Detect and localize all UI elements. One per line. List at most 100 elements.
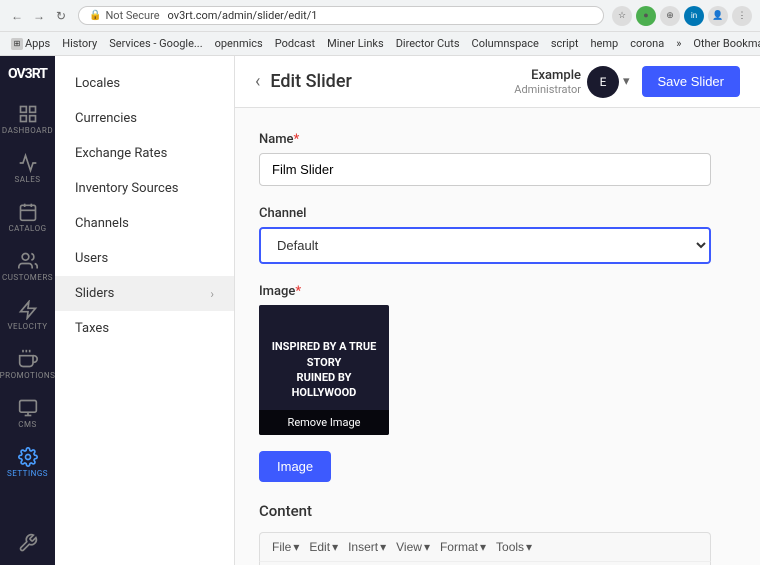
page-header: ‹ Edit Slider Example Administrator E ▾ …	[235, 56, 760, 108]
chevron-right-icon: ›	[210, 287, 214, 301]
sidebar-item-settings[interactable]: SETTINGS	[0, 439, 55, 486]
reload-browser-button[interactable]: ↻	[52, 7, 70, 25]
promotions-icon	[18, 349, 38, 369]
browser-icons: ☆ ● ⊕ in 👤 ⋮	[612, 6, 752, 26]
editor-menu-group: File ▾ Edit ▾ Insert ▾ View	[268, 537, 536, 557]
channel-select[interactable]: Default	[259, 227, 711, 264]
image-label: Image*	[259, 284, 711, 299]
extension-icon[interactable]: ⊕	[660, 6, 680, 26]
catalog-label: CATALOG	[8, 224, 46, 233]
bookmark-services[interactable]: Services - Google...	[106, 36, 205, 51]
browser-bar: ← → ↻ 🔒 Not Secure ov3rt.com/admin/slide…	[0, 0, 760, 32]
file-menu[interactable]: File ▾	[268, 537, 303, 557]
edit-menu[interactable]: Edit ▾	[305, 537, 342, 557]
sidebar-item-promotions[interactable]: PROMOTIONS	[0, 341, 55, 388]
sidebar-item-customers[interactable]: CUSTOMERS	[0, 243, 55, 290]
app-logo: OV3RT	[8, 66, 47, 82]
back-browser-button[interactable]: ←	[8, 7, 26, 25]
star-icon[interactable]: ☆	[612, 6, 632, 26]
sidebar-item-sliders[interactable]: Sliders ›	[55, 276, 234, 311]
content-label: Content	[259, 502, 711, 520]
channel-form-group: Channel Default	[259, 206, 711, 264]
promotions-label: PROMOTIONS	[0, 371, 55, 380]
browser-controls: ← → ↻	[8, 7, 70, 25]
insert-chevron: ▾	[380, 540, 386, 554]
save-slider-button[interactable]: Save Slider	[642, 66, 740, 97]
tools-chevron: ▾	[526, 540, 532, 554]
name-input[interactable]	[259, 153, 711, 186]
remove-image-button[interactable]: Remove Image	[259, 410, 389, 435]
main-content: ‹ Edit Slider Example Administrator E ▾ …	[235, 56, 760, 565]
sidebar-item-wrench[interactable]	[0, 525, 55, 565]
bookmark-corona[interactable]: corona	[627, 36, 667, 51]
bookmark-other[interactable]: Other Bookmarks	[690, 36, 760, 51]
image-upload-button[interactable]: Image	[259, 451, 331, 482]
sidebar-item-catalog[interactable]: CATALOG	[0, 194, 55, 241]
sidebar-item-locales[interactable]: Locales	[55, 66, 234, 101]
not-secure-label: Not Secure	[105, 9, 159, 22]
image-form-group: Image* INSPIRED BY A TRUE STORY RUINED B…	[259, 284, 711, 482]
nav-sidebar: OV3RT DASHBOARD SALES CATALOG CUSTOMERS …	[0, 56, 55, 565]
bookmark-director[interactable]: Director Cuts	[393, 36, 463, 51]
menu-icon[interactable]: ⋮	[732, 6, 752, 26]
dashboard-icon	[18, 104, 38, 124]
user-icon[interactable]: 👤	[708, 6, 728, 26]
bookmark-script[interactable]: script	[548, 36, 582, 51]
content-form-group: Content File ▾ Edit ▾ Insert	[259, 502, 711, 565]
channel-label: Channel	[259, 206, 711, 221]
bookmark-history[interactable]: History	[59, 36, 100, 51]
page-title: Edit Slider	[270, 71, 351, 92]
cms-icon	[18, 398, 38, 418]
bookmark-columnspace[interactable]: Columnspace	[469, 36, 542, 51]
sidebar-item-channels[interactable]: Channels	[55, 206, 234, 241]
format-menu[interactable]: Format ▾	[436, 537, 490, 557]
profile-icon[interactable]: ●	[636, 6, 656, 26]
sidebar-item-exchange-rates[interactable]: Exchange Rates	[55, 136, 234, 171]
velocity-icon	[18, 300, 38, 320]
bookmark-podcast[interactable]: Podcast	[272, 36, 318, 51]
bookmark-openmics[interactable]: openmics	[212, 36, 266, 51]
insert-menu[interactable]: Insert ▾	[344, 537, 390, 557]
edit-chevron: ▾	[332, 540, 338, 554]
secondary-sidebar: Locales Currencies Exchange Rates Invent…	[55, 56, 235, 565]
sidebar-item-dashboard[interactable]: DASHBOARD	[0, 96, 55, 143]
wrench-icon	[18, 533, 38, 553]
sidebar-item-cms[interactable]: CMS	[0, 390, 55, 437]
velocity-label: VELOCITY	[7, 322, 47, 331]
name-form-group: Name*	[259, 132, 711, 186]
bookmark-apps[interactable]: ⊞ Apps	[8, 36, 53, 51]
url-text: ov3rt.com/admin/slider/edit/1	[168, 9, 318, 22]
sidebar-item-inventory-sources[interactable]: Inventory Sources	[55, 171, 234, 206]
name-required: *	[294, 132, 300, 147]
dashboard-label: DASHBOARD	[2, 126, 53, 135]
user-info: Example Administrator E ▾	[514, 66, 629, 98]
linkedin-icon[interactable]: in	[684, 6, 704, 26]
bookmark-hemp[interactable]: hemp	[587, 36, 621, 51]
customers-icon	[18, 251, 38, 271]
sidebar-item-users[interactable]: Users	[55, 241, 234, 276]
page-title-area: ‹ Edit Slider	[255, 71, 352, 92]
forward-browser-button[interactable]: →	[30, 7, 48, 25]
lock-icon: 🔒	[89, 10, 101, 21]
user-avatar: E	[587, 66, 619, 98]
view-chevron: ▾	[424, 540, 430, 554]
address-bar[interactable]: 🔒 Not Secure ov3rt.com/admin/slider/edit…	[78, 6, 604, 25]
sidebar-item-taxes[interactable]: Taxes	[55, 311, 234, 346]
sidebar-item-currencies[interactable]: Currencies	[55, 101, 234, 136]
bookmark-miner[interactable]: Miner Links	[324, 36, 387, 51]
form-area: Name* Channel Default Image* INSPIRED BY…	[235, 108, 735, 565]
customers-label: CUSTOMERS	[2, 273, 53, 282]
bookmark-more[interactable]: »	[673, 36, 684, 51]
bookmarks-bar: ⊞ Apps History Services - Google... open…	[0, 32, 760, 56]
tools-menu[interactable]: Tools ▾	[492, 537, 536, 557]
apps-icon: ⊞	[11, 38, 23, 50]
app-wrapper: OV3RT DASHBOARD SALES CATALOG CUSTOMERS …	[0, 56, 760, 565]
sidebar-item-sales[interactable]: SALES	[0, 145, 55, 192]
sidebar-item-velocity[interactable]: VELOCITY	[0, 292, 55, 339]
sales-icon	[18, 153, 38, 173]
back-button[interactable]: ‹	[255, 71, 260, 92]
user-text: Example Administrator	[514, 68, 581, 96]
chevron-down-icon[interactable]: ▾	[623, 74, 630, 89]
view-menu[interactable]: View ▾	[392, 537, 434, 557]
user-avatar-area: E ▾	[587, 66, 630, 98]
